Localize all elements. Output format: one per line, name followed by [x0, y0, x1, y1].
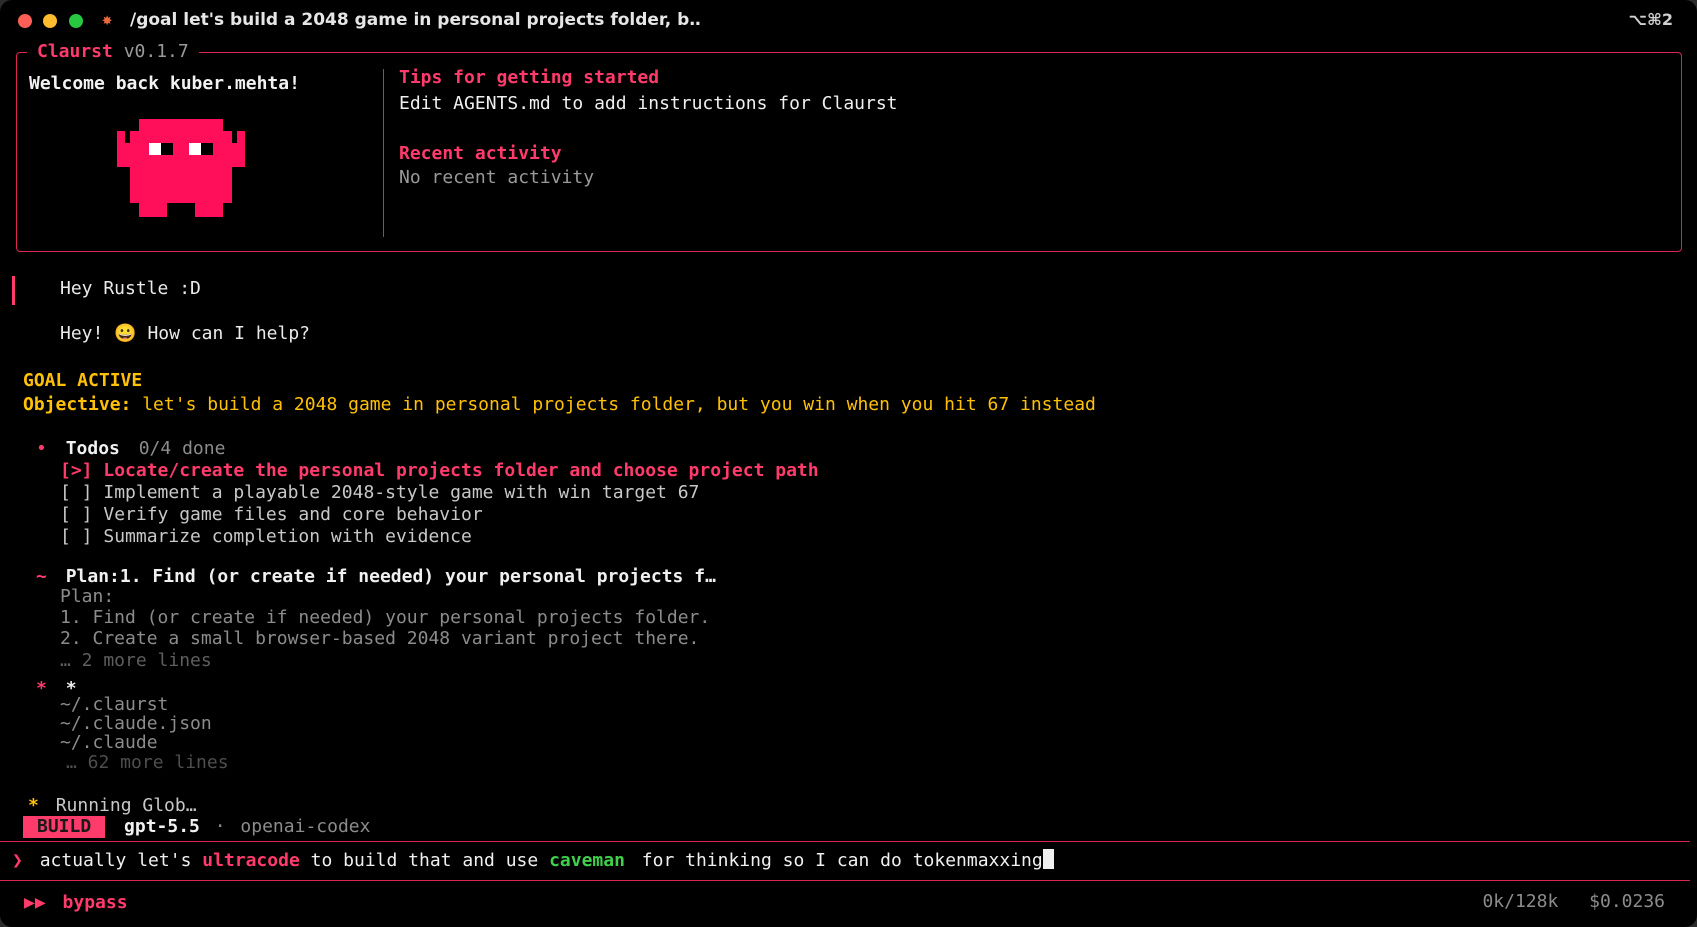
plan-header: ~ Plan:1. Find (or create if needed) you…: [36, 566, 716, 588]
input-top-rule: [0, 841, 1690, 842]
recent-activity-heading: Recent activity: [399, 143, 562, 164]
plan-more-lines[interactable]: … 2 more lines: [60, 650, 212, 672]
minimize-window-button[interactable]: [43, 14, 57, 28]
plan-line: 2. Create a small browser-based 2048 var…: [60, 628, 700, 649]
keyword-caveman: caveman: [549, 850, 625, 871]
terminal-window: ✸ /goal let's build a 2048 game in perso…: [0, 0, 1697, 927]
session-cost: $0.0236: [1589, 891, 1665, 912]
todo-item: [ ] Implement a playable 2048-style game…: [60, 482, 700, 503]
welcome-panel: Claurst v0.1.7 Welcome back kuber.mehta!…: [16, 42, 1682, 252]
mascot-icon: [117, 119, 245, 217]
todos-bullet: •: [36, 438, 47, 459]
goal-status: GOAL ACTIVE: [23, 370, 143, 391]
plan-heading: Plan:1. Find (or create if needed) your …: [65, 566, 716, 587]
usage-status: 0k/128k $0.0236: [1482, 891, 1665, 912]
model-separator: ·: [214, 816, 226, 837]
user-message-bar: [12, 276, 15, 305]
provider-name: openai-codex: [240, 816, 371, 837]
todo-item: [ ] Verify game files and core behavior: [60, 504, 483, 525]
permission-mode-label: bypass: [62, 892, 128, 913]
app-name: Claurst: [37, 41, 113, 62]
text-cursor: [1042, 849, 1054, 869]
input-bottom-rule: [0, 880, 1690, 881]
fast-forward-icon: ▶▶: [24, 892, 46, 913]
todos-header: • Todos 0/4 done: [36, 438, 225, 460]
grinning-face-icon: 😀: [114, 323, 137, 344]
running-status: * Running Glob…: [28, 795, 197, 817]
goal-objective: Objective: let's build a 2048 game in pe…: [23, 394, 1096, 415]
permission-mode[interactable]: ▶▶ bypass: [24, 892, 128, 914]
prompt-input[interactable]: ❯ actually let's ultracode to build that…: [12, 849, 1054, 872]
window-shortcut: ⌥⌘2: [1628, 10, 1673, 29]
model-name[interactable]: gpt-5.5: [124, 816, 200, 837]
glob-result: ~/.claude: [60, 732, 158, 753]
prompt-chevron-icon: ❯: [12, 850, 23, 871]
model-bar: BUILD gpt-5.5 · openai-codex: [23, 816, 370, 838]
user-message: Hey Rustle :D: [60, 278, 201, 299]
app-version: v0.1.7: [123, 41, 189, 62]
panel-label: Claurst v0.1.7: [27, 42, 199, 62]
plan-marker: ~: [36, 566, 47, 587]
todo-item: [ ] Summarize completion with evidence: [60, 526, 472, 547]
zoom-window-button[interactable]: [69, 14, 83, 28]
recent-activity-text: No recent activity: [399, 167, 595, 188]
todo-item-active: [>] Locate/create the personal projects …: [60, 460, 819, 481]
spinner-icon: *: [28, 795, 39, 816]
welcome-message: Welcome back kuber.mehta!: [29, 73, 300, 94]
keyword-ultracode: ultracode: [202, 850, 300, 871]
glob-more-lines[interactable]: … 62 more lines: [66, 752, 229, 774]
title-bar: ✸ /goal let's build a 2048 game in perso…: [0, 0, 1697, 42]
window-title: /goal let's build a 2048 game in persona…: [130, 10, 701, 30]
mode-badge[interactable]: BUILD: [23, 816, 106, 838]
token-usage: 0k/128k: [1482, 891, 1559, 912]
running-text: Running Glob…: [55, 795, 197, 816]
panel-divider: [383, 69, 384, 237]
tips-heading: Tips for getting started: [399, 67, 660, 88]
glob-marker: *: [36, 678, 47, 699]
tips-text: Edit AGENTS.md to add instructions for C…: [399, 93, 898, 114]
assistant-message: Hey! 😀 How can I help?: [60, 323, 311, 344]
crab-icon: ✸: [102, 10, 113, 30]
todos-title: Todos: [65, 438, 120, 459]
close-window-button[interactable]: [18, 14, 32, 28]
plan-line: 1. Find (or create if needed) your perso…: [60, 607, 711, 628]
todos-progress: 0/4 done: [138, 438, 226, 459]
plan-line: Plan:: [60, 586, 115, 607]
